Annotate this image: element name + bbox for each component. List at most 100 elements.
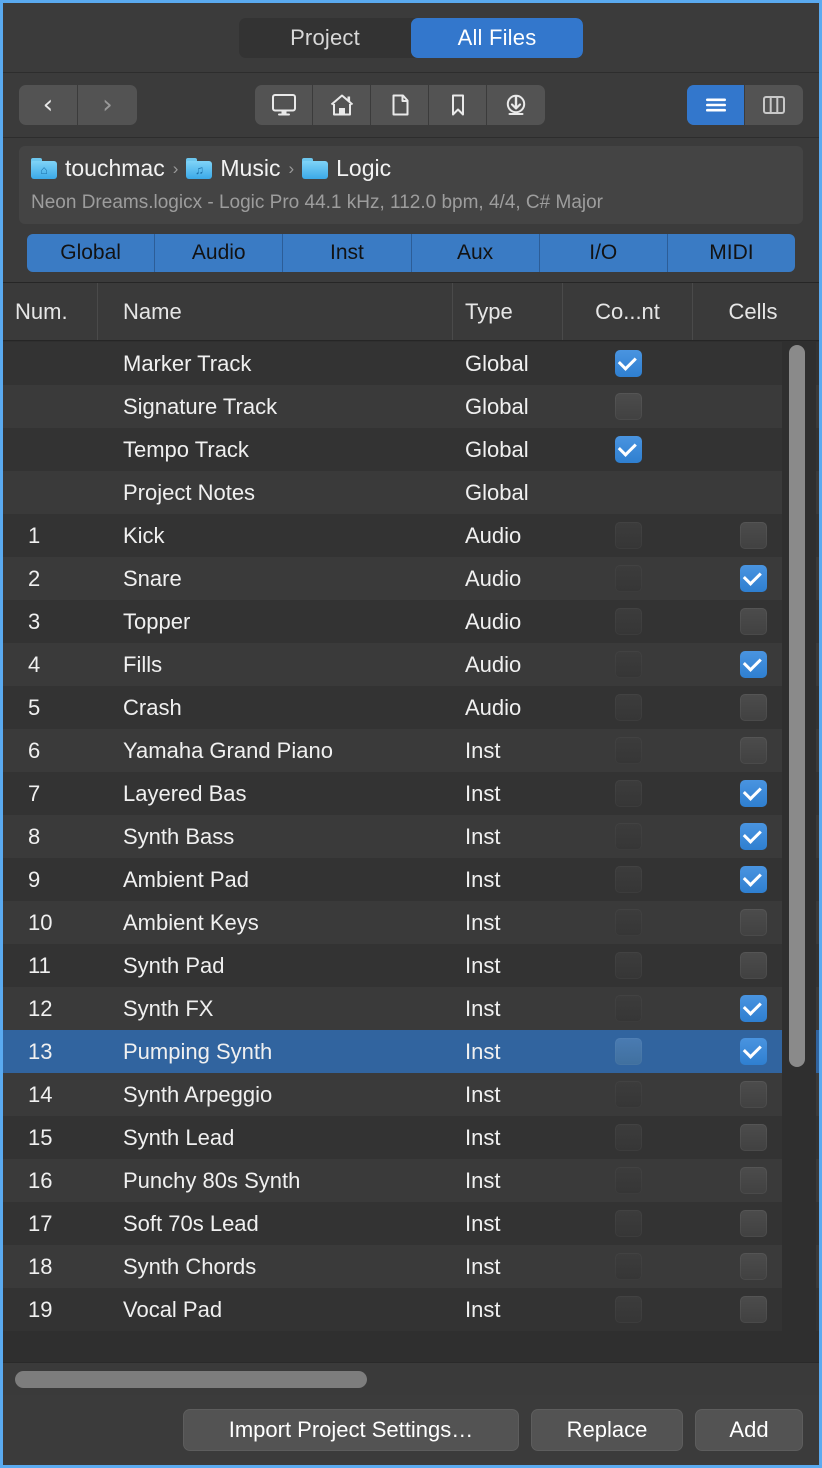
documents-location-button[interactable] (371, 85, 429, 125)
table-row[interactable]: 19Vocal PadInst (3, 1288, 819, 1331)
cells-checkbox[interactable] (740, 565, 767, 592)
filter-tab-midi[interactable]: MIDI (668, 234, 795, 272)
table-row[interactable]: Marker TrackGlobal (3, 342, 819, 385)
column-header-num[interactable]: Num. (3, 283, 98, 340)
filter-tab-audio[interactable]: Audio (155, 234, 283, 272)
table-row[interactable]: 16Punchy 80s SynthInst (3, 1159, 819, 1202)
content-checkbox[interactable] (615, 780, 642, 807)
table-row[interactable]: 9Ambient PadInst (3, 858, 819, 901)
downloads-location-button[interactable] (487, 85, 545, 125)
bookmarks-location-button[interactable] (429, 85, 487, 125)
table-row[interactable]: 18Synth ChordsInst (3, 1245, 819, 1288)
table-row[interactable]: 8Synth BassInst (3, 815, 819, 858)
source-segmented-control[interactable]: Project All Files (239, 18, 583, 58)
table-row[interactable]: 15Synth LeadInst (3, 1116, 819, 1159)
column-header-name[interactable]: Name (98, 283, 453, 340)
back-button[interactable]: ‹ (19, 85, 78, 125)
content-checkbox[interactable] (615, 565, 642, 592)
cells-checkbox[interactable] (740, 909, 767, 936)
add-button[interactable]: Add (695, 1409, 803, 1451)
column-header-cells[interactable]: Cells (693, 283, 813, 340)
table-row[interactable]: 4FillsAudio (3, 643, 819, 686)
content-checkbox[interactable] (615, 393, 642, 420)
cells-checkbox[interactable] (740, 823, 767, 850)
cells-checkbox[interactable] (740, 952, 767, 979)
table-row[interactable]: Tempo TrackGlobal (3, 428, 819, 471)
filter-tab-inst[interactable]: Inst (283, 234, 411, 272)
cell-track-number: 16 (3, 1159, 98, 1202)
content-checkbox[interactable] (615, 1210, 642, 1237)
content-checkbox[interactable] (615, 1296, 642, 1323)
content-checkbox[interactable] (615, 995, 642, 1022)
column-view-button[interactable] (745, 85, 803, 125)
cells-checkbox[interactable] (740, 1253, 767, 1280)
vertical-scrollbar-thumb[interactable] (789, 345, 805, 1067)
cells-checkbox[interactable] (740, 608, 767, 635)
content-checkbox[interactable] (615, 1081, 642, 1108)
breadcrumb-item-logic[interactable]: Logic (302, 155, 391, 182)
cells-checkbox[interactable] (740, 780, 767, 807)
breadcrumb-item-touchmac[interactable]: ⌂ touchmac (31, 155, 165, 182)
content-checkbox[interactable] (615, 1167, 642, 1194)
list-view-button[interactable] (687, 85, 745, 125)
cell-track-number: 1 (3, 514, 98, 557)
cells-checkbox[interactable] (740, 866, 767, 893)
cells-checkbox[interactable] (740, 1124, 767, 1151)
filter-tab-io[interactable]: I/O (540, 234, 668, 272)
cells-checkbox[interactable] (740, 651, 767, 678)
content-checkbox[interactable] (615, 1124, 642, 1151)
filter-tab-global[interactable]: Global (27, 234, 155, 272)
table-row[interactable]: 17Soft 70s LeadInst (3, 1202, 819, 1245)
table-row[interactable]: 12Synth FXInst (3, 987, 819, 1030)
content-checkbox[interactable] (615, 608, 642, 635)
table-row[interactable]: 3TopperAudio (3, 600, 819, 643)
cells-checkbox[interactable] (740, 694, 767, 721)
content-checkbox[interactable] (615, 1253, 642, 1280)
table-row[interactable]: 5CrashAudio (3, 686, 819, 729)
column-header-count[interactable]: Co...nt (563, 283, 693, 340)
content-checkbox[interactable] (615, 436, 642, 463)
filter-tab-aux[interactable]: Aux (412, 234, 540, 272)
content-checkbox[interactable] (615, 522, 642, 549)
content-checkbox[interactable] (615, 866, 642, 893)
breadcrumb-item-music[interactable]: ♫ Music (186, 155, 280, 182)
content-checkbox[interactable] (615, 350, 642, 377)
table-row[interactable]: 7Layered BasInst (3, 772, 819, 815)
horizontal-scrollbar[interactable] (3, 1362, 819, 1395)
cells-checkbox[interactable] (740, 1167, 767, 1194)
cell-content-checkbox (563, 557, 693, 600)
table-row[interactable]: 10Ambient KeysInst (3, 901, 819, 944)
content-checkbox[interactable] (615, 823, 642, 850)
table-row[interactable]: Project NotesGlobal (3, 471, 819, 514)
table-row[interactable]: 6Yamaha Grand PianoInst (3, 729, 819, 772)
column-header-type[interactable]: Type (453, 283, 563, 340)
import-project-settings-button[interactable]: Import Project Settings… (183, 1409, 519, 1451)
vertical-scrollbar[interactable] (782, 342, 816, 1362)
cells-checkbox[interactable] (740, 737, 767, 764)
table-row[interactable]: Signature TrackGlobal (3, 385, 819, 428)
content-checkbox[interactable] (615, 909, 642, 936)
table-row[interactable]: 13Pumping SynthInst (3, 1030, 819, 1073)
content-checkbox[interactable] (615, 952, 642, 979)
segment-all-files[interactable]: All Files (411, 18, 583, 58)
table-row[interactable]: 11Synth PadInst (3, 944, 819, 987)
forward-button[interactable]: › (78, 85, 137, 125)
cells-checkbox[interactable] (740, 522, 767, 549)
cells-checkbox[interactable] (740, 1210, 767, 1237)
cells-checkbox[interactable] (740, 1038, 767, 1065)
table-row[interactable]: 1KickAudio (3, 514, 819, 557)
content-checkbox[interactable] (615, 737, 642, 764)
content-checkbox[interactable] (615, 694, 642, 721)
cells-checkbox[interactable] (740, 995, 767, 1022)
cells-checkbox[interactable] (740, 1081, 767, 1108)
replace-button[interactable]: Replace (531, 1409, 683, 1451)
content-checkbox[interactable] (615, 651, 642, 678)
table-row[interactable]: 2SnareAudio (3, 557, 819, 600)
segment-project[interactable]: Project (239, 18, 411, 58)
home-location-button[interactable] (313, 85, 371, 125)
horizontal-scrollbar-thumb[interactable] (15, 1371, 367, 1388)
table-row[interactable]: 14Synth ArpeggioInst (3, 1073, 819, 1116)
cells-checkbox[interactable] (740, 1296, 767, 1323)
content-checkbox[interactable] (615, 1038, 642, 1065)
computer-location-button[interactable] (255, 85, 313, 125)
